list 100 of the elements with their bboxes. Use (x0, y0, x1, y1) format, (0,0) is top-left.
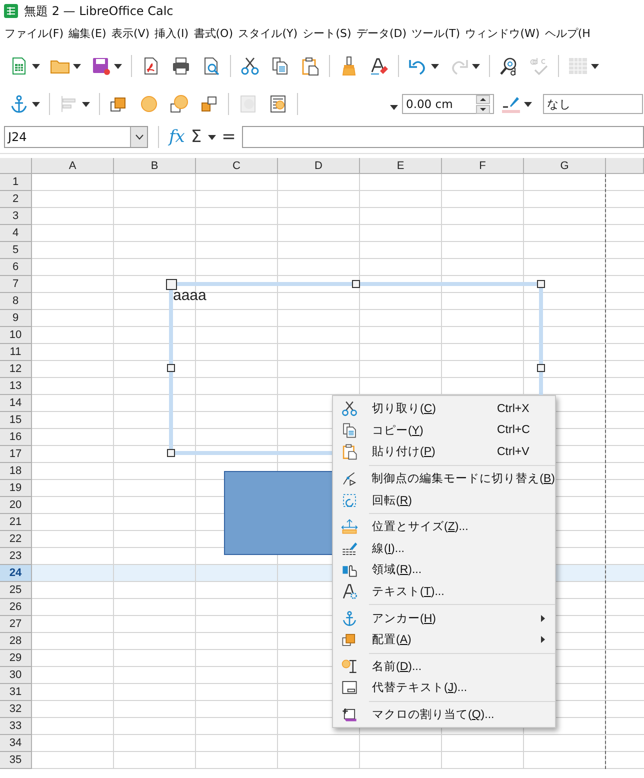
resize-handle[interactable] (352, 280, 360, 288)
spin-up-icon[interactable] (476, 94, 490, 104)
row-header[interactable]: 14 (0, 395, 32, 412)
row-header[interactable]: 4 (0, 225, 32, 242)
menu-item[interactable]: 領域(R)... (333, 559, 555, 581)
row-header[interactable]: 15 (0, 412, 32, 429)
row-header[interactable]: 13 (0, 378, 32, 395)
formula-button[interactable]: = (222, 127, 236, 147)
row-header[interactable]: 19 (0, 480, 32, 497)
menu-item[interactable]: 配置(A) (333, 628, 555, 651)
row-header[interactable]: 2 (0, 191, 32, 208)
column-header[interactable]: A (32, 158, 114, 174)
row-header[interactable]: 7 (0, 276, 32, 293)
dropdown-arrow-icon[interactable] (32, 64, 40, 68)
resize-handle[interactable] (167, 364, 175, 372)
function-wizard-button[interactable]: fx (169, 127, 185, 147)
find-replace-icon (499, 56, 519, 76)
row-header[interactable]: 8 (0, 293, 32, 310)
printer-icon (171, 56, 191, 76)
menu-item[interactable]: マクロの割り当て(Q)... (333, 704, 555, 726)
resize-handle[interactable] (167, 449, 175, 457)
row-header[interactable]: 5 (0, 242, 32, 259)
menu-item[interactable]: 書式(O) (191, 26, 236, 41)
dropdown-arrow-icon[interactable] (431, 64, 439, 68)
row-header[interactable]: 33 (0, 718, 32, 735)
row-header[interactable]: 11 (0, 344, 32, 361)
menu-item[interactable]: ウィンドウ(W) (462, 26, 542, 41)
row-header[interactable]: 17 (0, 446, 32, 463)
resize-handle[interactable] (166, 279, 177, 290)
name-box[interactable]: J24 (4, 126, 148, 148)
menu-item[interactable]: 編集(E) (66, 26, 109, 41)
app-icon (4, 4, 18, 18)
resize-handle[interactable] (537, 280, 545, 288)
dropdown-arrow-icon[interactable] (32, 102, 40, 106)
menu-item[interactable]: テキスト(T)... (333, 580, 555, 602)
menu-item[interactable]: 制御点の編集モードに切り替え(B) (333, 468, 555, 490)
dropdown-arrow-icon[interactable] (390, 104, 398, 110)
column-header[interactable]: E (360, 158, 442, 174)
edit-points-icon (341, 470, 358, 488)
line-width-field[interactable]: 0.00 cm (402, 94, 494, 114)
menu-item[interactable]: 表示(V) (108, 26, 152, 41)
text-attributes-icon (341, 583, 358, 600)
menu-item[interactable]: 線(I)... (333, 538, 555, 560)
row-header[interactable]: 3 (0, 208, 32, 225)
menu-item[interactable]: シート(S) (300, 26, 354, 41)
menu-item[interactable]: ファイル(F) (2, 26, 66, 41)
row-header[interactable]: 18 (0, 463, 32, 480)
resize-handle[interactable] (537, 364, 545, 372)
row-header[interactable]: 27 (0, 616, 32, 633)
scissors-icon (341, 400, 358, 418)
area-style-field[interactable]: なし (543, 94, 643, 114)
row-header[interactable]: 24 (0, 565, 32, 582)
row-header[interactable]: 28 (0, 633, 32, 650)
menu-item[interactable]: データ(D) (354, 26, 410, 41)
dropdown-arrow-icon[interactable] (73, 64, 81, 68)
column-header[interactable]: D (278, 158, 360, 174)
column-header[interactable]: B (114, 158, 196, 174)
dropdown-arrow-icon[interactable] (114, 64, 122, 68)
menu-item[interactable]: アンカー(H) (333, 607, 555, 629)
copy-icon (270, 56, 290, 76)
row-header[interactable]: 32 (0, 701, 32, 718)
row-header[interactable]: 22 (0, 531, 32, 548)
row-header[interactable]: 1 (0, 174, 32, 191)
dropdown-arrow-icon[interactable] (524, 102, 532, 106)
menu-item[interactable]: 名前(D)... (333, 656, 555, 678)
wrap-off-icon (238, 94, 258, 114)
row-header[interactable]: 10 (0, 327, 32, 344)
row-header[interactable]: 12 (0, 361, 32, 378)
row-header[interactable]: 29 (0, 650, 32, 667)
menu-item[interactable]: ヘルプ(H (542, 26, 594, 41)
formula-input[interactable] (242, 126, 644, 148)
row-header[interactable]: 31 (0, 684, 32, 701)
clipboard-icon (300, 56, 320, 76)
row-header[interactable]: 34 (0, 735, 32, 752)
column-header[interactable]: C (196, 158, 278, 174)
row-header[interactable]: 6 (0, 259, 32, 276)
row-header[interactable]: 21 (0, 514, 32, 531)
menu-item[interactable]: スタイル(Y) (236, 26, 300, 41)
row-header[interactable]: 30 (0, 667, 32, 684)
column-header[interactable]: F (442, 158, 524, 174)
clipboard-icon (341, 443, 358, 460)
row-header[interactable]: 23 (0, 548, 32, 565)
row-header[interactable]: 20 (0, 497, 32, 514)
menu-item[interactable]: ツール(T) (409, 26, 463, 41)
row-header[interactable]: 9 (0, 310, 32, 327)
menu-item[interactable]: 代替テキスト(J)... (333, 677, 555, 699)
sum-button[interactable]: Σ (190, 127, 202, 147)
row-header[interactable]: 16 (0, 429, 32, 446)
menu-item[interactable]: 挿入(I) (152, 26, 192, 41)
row-header[interactable]: 25 (0, 582, 32, 599)
clear-formatting-icon (369, 56, 389, 76)
row-header[interactable]: 35 (0, 752, 32, 769)
text-wrap-icon (268, 94, 288, 114)
row-header[interactable]: 26 (0, 599, 32, 616)
spin-down-icon[interactable] (476, 104, 490, 114)
dropdown-arrow-icon[interactable] (208, 134, 216, 140)
column-header[interactable]: G (524, 158, 606, 174)
menu-item[interactable]: 位置とサイズ(Z)... (333, 516, 555, 538)
spellcheck-icon (529, 56, 549, 76)
menu-item[interactable]: 回転(R) (333, 489, 555, 511)
